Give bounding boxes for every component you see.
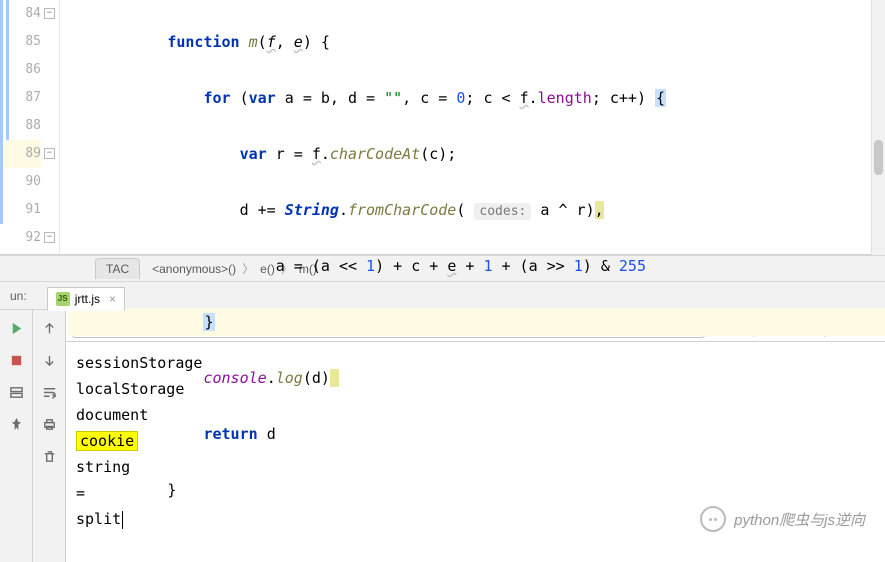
close-icon[interactable]: × [109,292,116,306]
layout-button[interactable] [6,382,26,402]
editor-scrollbar[interactable] [871,0,885,255]
code-line-91[interactable]: return d [68,420,885,448]
gutter-90: 90 [0,168,41,196]
watermark-text: python爬虫与js逆向 [734,509,865,530]
gutter-86: 86 [0,56,41,84]
gutter-87: 87 [0,84,41,112]
param-hint: codes: [474,203,531,220]
code-line-92[interactable]: } [68,476,885,504]
code-line-87[interactable]: d += String.fromCharCode( codes: a ^ r), [68,196,885,224]
stop-button[interactable] [6,350,26,370]
clear-button[interactable] [39,446,59,466]
gutter-92: 92− [0,224,41,252]
code-line-90[interactable]: console.log(d) [68,364,885,392]
code-editor[interactable]: 84− 85 86 87 88 89− 90 91 92− function m… [0,0,885,255]
wrap-button[interactable] [39,382,59,402]
line-gutter: 84− 85 86 87 88 89− 90 91 92− [0,0,60,254]
run-tab-label: jrtt.js [75,292,100,306]
run-toolbar-left [0,310,33,562]
fold-icon[interactable]: − [44,8,55,19]
run-toolbar-right [33,310,66,562]
pin-button[interactable] [6,414,26,434]
run-tab[interactable]: JS jrtt.js × [47,287,125,311]
scrollbar-thumb[interactable] [874,140,883,175]
code-line-85[interactable]: for (var a = b, d = "", c = 0; c < f.len… [68,84,885,112]
up-button[interactable] [39,318,59,338]
gutter-88: 88 [0,112,41,140]
gutter-84: 84− [0,0,41,28]
watermark: python爬虫与js逆向 [700,506,865,532]
down-button[interactable] [39,350,59,370]
print-button[interactable] [39,414,59,434]
code-line-89[interactable]: } [68,308,885,336]
run-label: un: [10,289,27,303]
code-line-86[interactable]: var r = f.charCodeAt(c); [68,140,885,168]
js-icon: JS [56,292,70,306]
gutter-85: 85 [0,28,41,56]
rerun-button[interactable] [6,318,26,338]
wechat-icon [700,506,726,532]
gutter-89: 89− [0,140,41,168]
fold-icon[interactable]: − [44,232,55,243]
gutter-91: 91 [0,196,41,224]
code-line-84[interactable]: function m(f, e) { [68,28,885,56]
fold-icon[interactable]: − [44,148,55,159]
code-line-88[interactable]: a = (a << 1) + c + e + 1 + (a >> 1) & 25… [68,252,885,280]
code-content[interactable]: function m(f, e) { for (var a = b, d = "… [60,0,885,254]
